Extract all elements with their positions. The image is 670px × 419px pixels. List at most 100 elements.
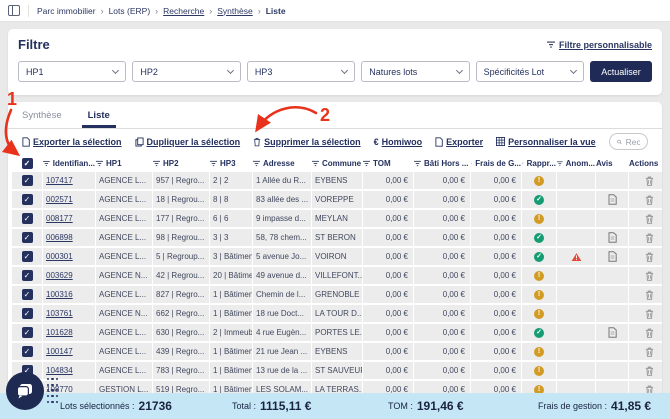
column-header-commune[interactable]: Commune bbox=[312, 159, 362, 168]
dropdown-natures-lots[interactable]: Natures lots bbox=[361, 61, 469, 82]
trash-icon[interactable] bbox=[645, 233, 654, 243]
cell-actions bbox=[629, 286, 662, 303]
row-checkbox[interactable]: ✓ bbox=[22, 308, 33, 319]
search-box[interactable] bbox=[609, 133, 648, 150]
row-checkbox[interactable]: ✓ bbox=[22, 289, 33, 300]
chat-widget-button[interactable] bbox=[6, 372, 44, 410]
row-checkbox[interactable]: ✓ bbox=[22, 232, 33, 243]
refresh-button[interactable]: Actualiser bbox=[590, 61, 652, 82]
column-header-id[interactable]: Identifian... bbox=[43, 159, 95, 168]
duplicate-selection-button[interactable]: Dupliquer la sélection bbox=[135, 137, 241, 147]
select-all-checkbox[interactable]: ✓ bbox=[22, 158, 33, 169]
trash-icon[interactable] bbox=[645, 195, 654, 205]
column-header-actions[interactable]: Actions bbox=[629, 159, 662, 168]
row-checkbox[interactable]: ✓ bbox=[22, 327, 33, 338]
column-header-anom[interactable]: Anom... bbox=[557, 159, 595, 168]
row-checkbox[interactable]: ✓ bbox=[22, 251, 33, 262]
lot-id-link[interactable]: 100316 bbox=[46, 290, 73, 299]
column-header-bati[interactable]: Bâti Hors ... bbox=[414, 159, 470, 168]
trash-icon[interactable] bbox=[645, 271, 654, 281]
drag-handle-dots[interactable] bbox=[47, 378, 58, 404]
lot-id-link[interactable]: 104834 bbox=[46, 366, 73, 375]
cell-id: 002571 bbox=[43, 191, 95, 208]
customize-view-button[interactable]: Personnaliser la vue bbox=[496, 137, 596, 147]
lot-id-link[interactable]: 107417 bbox=[46, 176, 73, 185]
lot-id-link[interactable]: 003629 bbox=[46, 271, 73, 280]
cell-anom bbox=[557, 210, 595, 227]
cell-hp3: 20 | Bâtime... bbox=[210, 267, 252, 284]
row-checkbox[interactable]: ✓ bbox=[22, 175, 33, 186]
tab-synthese[interactable]: Synthèse bbox=[22, 110, 62, 128]
funnel-icon[interactable] bbox=[414, 160, 421, 167]
export-button[interactable]: Exporter bbox=[435, 137, 483, 147]
column-header-hp2[interactable]: HP2 bbox=[153, 159, 209, 168]
breadcrumb-lots-erp[interactable]: Lots (ERP) bbox=[109, 6, 151, 16]
trash-icon[interactable] bbox=[645, 214, 654, 224]
status-ok-icon: ✓ bbox=[534, 252, 544, 262]
breadcrumb-parc-immobilier[interactable]: Parc immobilier bbox=[37, 6, 96, 16]
column-header-hp1[interactable]: HP1 bbox=[96, 159, 152, 168]
cell-hp2: 42 | Regrou... bbox=[153, 267, 209, 284]
funnel-icon[interactable] bbox=[153, 160, 160, 167]
funnel-icon[interactable] bbox=[471, 160, 472, 167]
cell-tom: 0,00 € bbox=[363, 305, 413, 322]
cell-tom: 0,00 € bbox=[363, 172, 413, 189]
custom-filter-link[interactable]: Filtre personnalisable bbox=[547, 40, 652, 50]
document-icon[interactable] bbox=[608, 251, 617, 262]
lot-id-link[interactable]: 103761 bbox=[46, 309, 73, 318]
tab-bar: Synthèse Liste bbox=[8, 102, 662, 129]
lot-id-link[interactable]: 100147 bbox=[46, 347, 73, 356]
funnel-icon[interactable] bbox=[522, 160, 524, 167]
export-selection-button[interactable]: Exporter la sélection bbox=[22, 137, 122, 147]
document-icon[interactable] bbox=[608, 194, 617, 205]
cell-frais: 0,00 € bbox=[471, 362, 521, 379]
column-header-avis[interactable]: Avis bbox=[596, 159, 628, 168]
document-icon[interactable] bbox=[608, 232, 617, 243]
trash-icon[interactable] bbox=[645, 328, 654, 338]
search-icon bbox=[617, 138, 622, 146]
trash-icon[interactable] bbox=[645, 366, 654, 376]
lot-id-link[interactable]: 000301 bbox=[46, 252, 73, 261]
trash-icon[interactable] bbox=[645, 252, 654, 262]
column-header-rappr[interactable]: Rappr... bbox=[522, 159, 556, 168]
row-checkbox[interactable]: ✓ bbox=[22, 213, 33, 224]
total: Total :1115,11 € bbox=[232, 393, 311, 419]
dropdown-hp1[interactable]: HP1 bbox=[18, 61, 126, 82]
row-checkbox[interactable]: ✓ bbox=[22, 346, 33, 357]
column-header-adresse[interactable]: Adresse bbox=[253, 159, 311, 168]
cell-adresse: 13 rue de la ... bbox=[253, 362, 311, 379]
lot-id-link[interactable]: 008177 bbox=[46, 214, 73, 223]
trash-icon[interactable] bbox=[645, 176, 654, 186]
lot-id-link[interactable]: 002571 bbox=[46, 195, 73, 204]
tab-liste[interactable]: Liste bbox=[88, 110, 110, 128]
row-checkbox[interactable]: ✓ bbox=[22, 194, 33, 205]
funnel-icon[interactable] bbox=[43, 160, 50, 167]
dropdown-hp2[interactable]: HP2 bbox=[132, 61, 240, 82]
funnel-icon[interactable] bbox=[312, 160, 319, 167]
funnel-icon[interactable] bbox=[96, 160, 103, 167]
breadcrumb-synthese[interactable]: Synthèse bbox=[217, 6, 252, 16]
document-icon[interactable] bbox=[608, 327, 617, 338]
lot-id-link[interactable]: 006898 bbox=[46, 233, 73, 242]
funnel-icon[interactable] bbox=[557, 160, 563, 167]
lot-id-link[interactable]: 101628 bbox=[46, 328, 73, 337]
trash-icon[interactable] bbox=[645, 290, 654, 300]
filter-title: Filtre bbox=[18, 37, 50, 52]
trash-icon[interactable] bbox=[645, 309, 654, 319]
column-header-hp3[interactable]: HP3 bbox=[210, 159, 252, 168]
homiwoo-button[interactable]: € Homiwoo bbox=[374, 137, 423, 147]
funnel-icon[interactable] bbox=[210, 160, 217, 167]
sidebar-toggle-icon[interactable] bbox=[8, 5, 20, 16]
delete-selection-button[interactable]: Supprimer la sélection bbox=[253, 137, 361, 147]
dropdown-specificites-lot[interactable]: Spécificités Lot bbox=[476, 61, 584, 82]
dropdown-hp3[interactable]: HP3 bbox=[247, 61, 355, 82]
column-header-tom[interactable]: TOM bbox=[363, 159, 413, 168]
row-checkbox[interactable]: ✓ bbox=[22, 270, 33, 281]
search-input[interactable] bbox=[626, 137, 640, 147]
column-header-frais[interactable]: Frais de G... bbox=[471, 159, 521, 168]
funnel-icon[interactable] bbox=[253, 160, 260, 167]
breadcrumb-liste: Liste bbox=[266, 6, 286, 16]
breadcrumb-recherche[interactable]: Recherche bbox=[163, 6, 204, 16]
funnel-icon[interactable] bbox=[363, 160, 370, 167]
trash-icon[interactable] bbox=[645, 347, 654, 357]
